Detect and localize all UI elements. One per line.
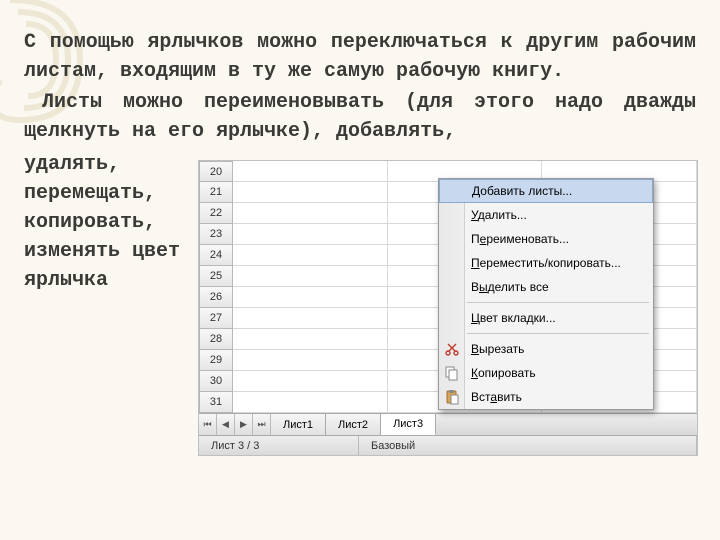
row-header[interactable]: 26 — [199, 287, 233, 308]
menu-label: Переместить/копировать... — [471, 256, 621, 270]
row-header-column: 20 21 22 23 24 25 26 27 28 29 30 31 — [199, 161, 233, 413]
paragraph-2: Листы можно переименовывать (для этого н… — [24, 88, 696, 146]
menu-move-copy[interactable]: Переместить/копировать... — [439, 251, 653, 275]
menu-separator — [467, 302, 649, 303]
tab-nav-last-icon[interactable]: ⏭ — [253, 414, 271, 435]
status-bar: Лист 3 / 3 Базовый — [199, 435, 697, 455]
menu-tab-color[interactable]: Цвет вкладки... — [439, 306, 653, 330]
row-header[interactable]: 21 — [199, 182, 233, 203]
menu-add-sheets[interactable]: Добавить листы... — [439, 179, 653, 203]
menu-label: Вырезать — [471, 342, 524, 356]
row-header[interactable]: 20 — [199, 161, 233, 182]
status-style: Базовый — [359, 436, 697, 455]
status-sheet-count: Лист 3 / 3 — [199, 436, 359, 455]
menu-label: Вставить — [471, 390, 522, 404]
menu-separator — [467, 333, 649, 334]
tab-nav-next-icon[interactable]: ▶ — [235, 414, 253, 435]
tab-nav-first-icon[interactable]: ⏮ — [199, 414, 217, 435]
row-header[interactable]: 31 — [199, 392, 233, 413]
sheet-context-menu: Добавить листы... Удалить... Переименова… — [438, 178, 654, 410]
menu-label: Выделить все — [471, 280, 549, 294]
paragraph-1: С помощью ярлычков можно переключаться к… — [24, 28, 696, 86]
menu-copy[interactable]: Копировать — [439, 361, 653, 385]
tab-nav-prev-icon[interactable]: ◀ — [217, 414, 235, 435]
row-header[interactable]: 23 — [199, 224, 233, 245]
row-header[interactable]: 27 — [199, 308, 233, 329]
menu-rename[interactable]: Переименовать... — [439, 227, 653, 251]
paste-icon — [443, 388, 461, 406]
menu-paste[interactable]: Вставить — [439, 385, 653, 409]
cut-icon — [443, 340, 461, 358]
sheet-tabs-bar: ⏮ ◀ ▶ ⏭ Лист1 Лист2 Лист3 — [199, 413, 697, 435]
sheet-tab-active[interactable]: Лист3 — [381, 414, 436, 435]
menu-label: Копировать — [471, 366, 536, 380]
row-header[interactable]: 30 — [199, 371, 233, 392]
menu-label: Переименовать... — [471, 232, 569, 246]
row-header[interactable]: 24 — [199, 245, 233, 266]
menu-label: Удалить... — [471, 208, 527, 222]
sheet-tab[interactable]: Лист1 — [271, 414, 326, 435]
menu-cut[interactable]: Вырезать — [439, 337, 653, 361]
menu-label: Добавить листы... — [472, 184, 572, 198]
menu-label: Цвет вкладки... — [471, 311, 556, 325]
menu-delete[interactable]: Удалить... — [439, 203, 653, 227]
row-header[interactable]: 22 — [199, 203, 233, 224]
row-header[interactable]: 29 — [199, 350, 233, 371]
row-header[interactable]: 28 — [199, 329, 233, 350]
sheet-tab[interactable]: Лист2 — [326, 414, 381, 435]
copy-icon — [443, 364, 461, 382]
row-header[interactable]: 25 — [199, 266, 233, 287]
menu-select-all[interactable]: Выделить все — [439, 275, 653, 299]
